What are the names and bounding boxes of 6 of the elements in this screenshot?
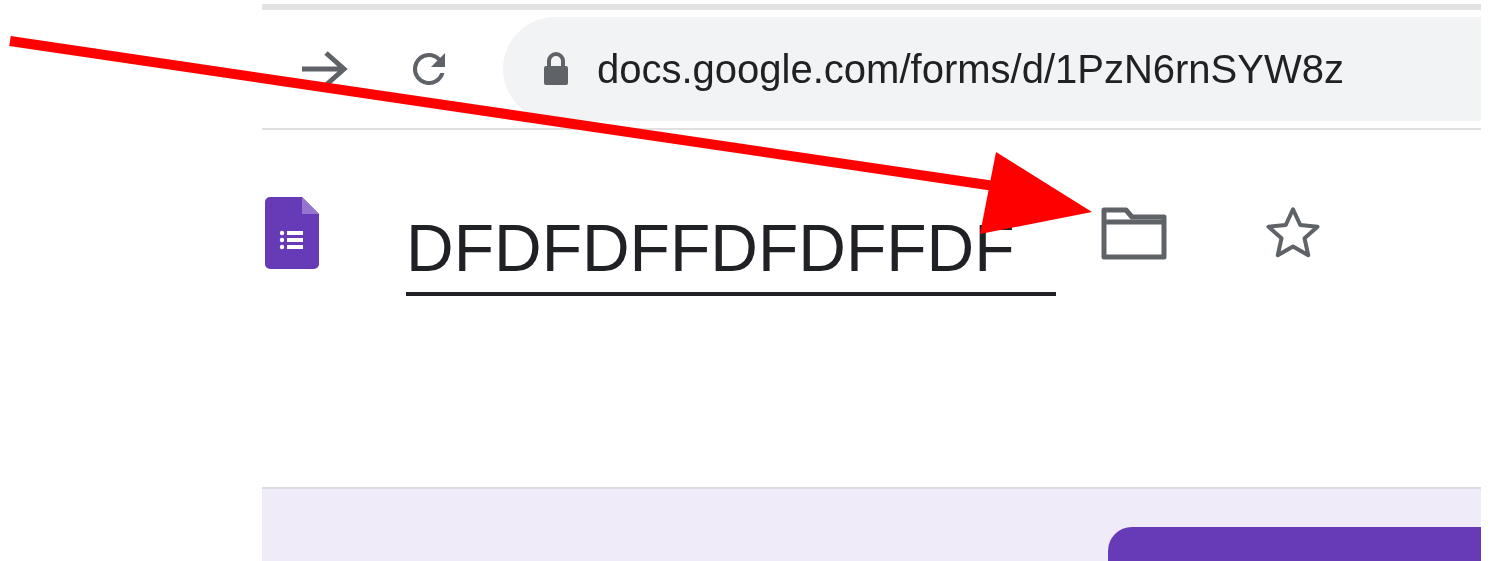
form-title-field[interactable]: DFDFDFFDFDFFDF (406, 204, 1056, 296)
folder-icon[interactable] (1101, 205, 1167, 261)
forms-logo-icon (265, 197, 319, 269)
lock-icon (543, 52, 569, 86)
url-text: docs.google.com/forms/d/1PzN6rnSYW8z (597, 46, 1344, 93)
address-bar[interactable]: docs.google.com/forms/d/1PzN6rnSYW8z (503, 17, 1481, 121)
